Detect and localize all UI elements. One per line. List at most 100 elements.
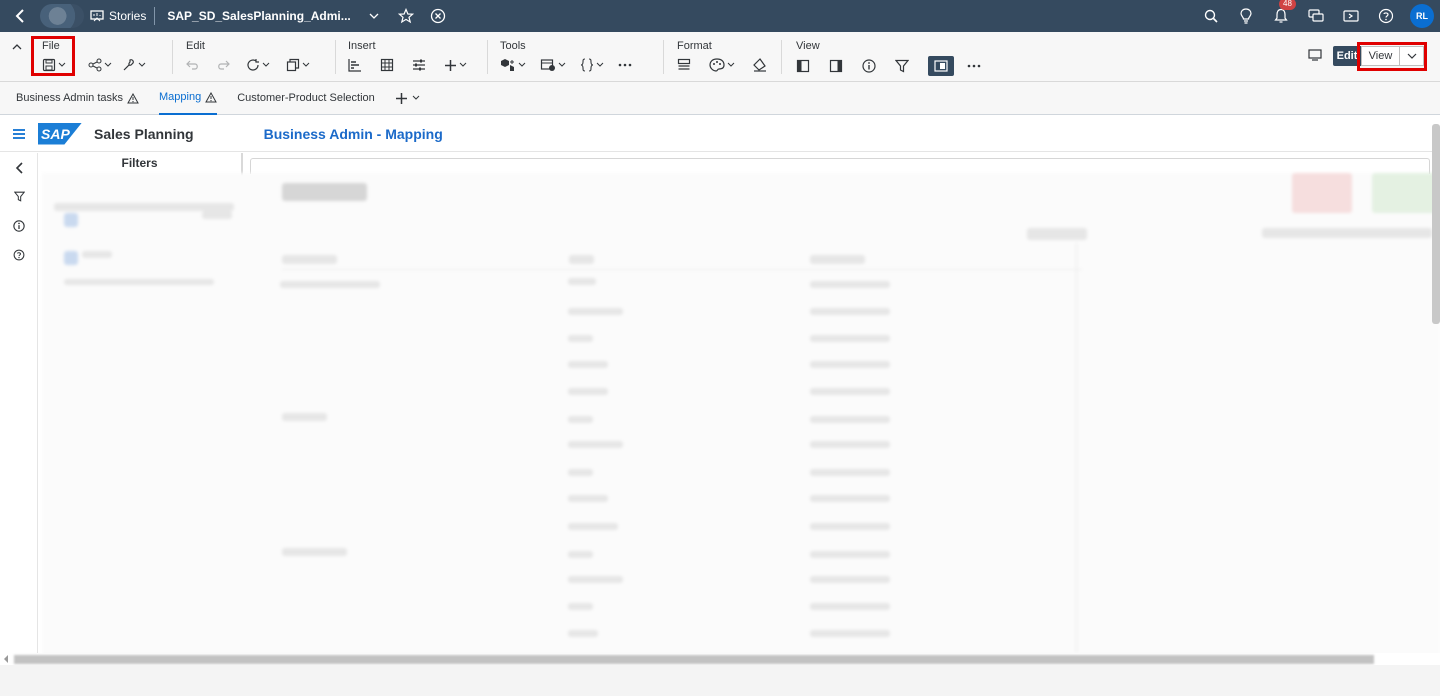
tenant-logo <box>40 4 84 28</box>
insert-chart-button[interactable] <box>348 56 362 74</box>
feedback-icon[interactable] <box>1305 5 1327 27</box>
info-icon[interactable] <box>0 211 38 240</box>
insert-more-menu-button[interactable] <box>444 56 467 74</box>
view-overflow-button[interactable] <box>967 57 981 75</box>
wrench-icon <box>123 59 134 71</box>
filter-icon[interactable] <box>0 182 38 211</box>
filter-icon <box>895 59 909 73</box>
left-rail <box>0 153 38 653</box>
product-switch-icon[interactable] <box>1340 5 1362 27</box>
chart-icon <box>348 59 361 72</box>
chevron-down-icon <box>302 62 310 67</box>
layout-icon <box>677 58 691 70</box>
filters-panel-title: Filters <box>38 153 243 173</box>
redo-icon <box>218 60 230 70</box>
sap-logo: SAP <box>38 122 82 145</box>
chevron-down-icon[interactable] <box>363 5 385 27</box>
notification-badge: 48 <box>1279 0 1296 10</box>
warning-icon <box>127 92 139 103</box>
copy-menu-button[interactable] <box>286 56 310 74</box>
help-icon[interactable] <box>1375 5 1397 27</box>
shell-bar: Stories SAP_SD_SalesPlanning_Admi... 48 … <box>0 0 1440 32</box>
tab-mapping[interactable]: Mapping <box>159 82 218 115</box>
info-button[interactable] <box>862 57 876 75</box>
builder-panel-button[interactable] <box>928 56 954 76</box>
avatar[interactable]: RL <box>1410 4 1434 28</box>
insert-group-label: Insert <box>348 40 376 52</box>
insert-table-button[interactable] <box>380 56 394 74</box>
left-panel-button[interactable] <box>796 57 810 75</box>
favorite-star-icon[interactable] <box>395 5 417 27</box>
filter-button[interactable] <box>895 57 909 75</box>
planning-menu-button[interactable] <box>500 56 526 74</box>
tools-group-label: Tools <box>500 40 526 52</box>
obscured-content-area <box>42 173 1440 658</box>
notifications-bell-icon[interactable]: 48 <box>1270 0 1296 27</box>
add-page-button[interactable] <box>395 82 420 115</box>
vertical-scrollbar[interactable] <box>1432 124 1440 324</box>
edit-group-label: Edit <box>186 40 205 52</box>
tab-customer-product-selection[interactable]: Customer-Product Selection <box>237 82 375 115</box>
share-menu-button[interactable] <box>88 56 112 74</box>
stories-link[interactable]: Stories <box>90 7 156 25</box>
close-circle-icon[interactable] <box>427 5 449 27</box>
lightbulb-icon[interactable] <box>1235 5 1257 27</box>
story-title[interactable]: SAP_SD_SalesPlanning_Admi... <box>167 9 350 23</box>
redo-button[interactable] <box>216 56 230 74</box>
present-icon[interactable] <box>1308 49 1322 64</box>
chevron-down-icon <box>138 62 146 67</box>
sliders-icon <box>413 59 425 71</box>
view-group-label: View <box>796 40 820 52</box>
warning-icon <box>205 91 218 102</box>
tab-label: Customer-Product Selection <box>237 92 375 104</box>
copy-icon <box>286 58 300 72</box>
stories-icon <box>90 10 104 22</box>
more-icon <box>967 64 981 68</box>
back-icon[interactable] <box>0 0 40 32</box>
builder-icon <box>934 60 948 72</box>
palette-icon <box>709 58 725 72</box>
hamburger-menu-icon[interactable] <box>0 128 38 139</box>
collapse-panel-icon[interactable] <box>0 153 38 182</box>
tab-label: Business Admin tasks <box>16 92 123 104</box>
tools-overflow-button[interactable] <box>618 56 632 74</box>
right-panel-button[interactable] <box>829 57 843 75</box>
help-icon[interactable] <box>0 240 38 269</box>
refresh-icon <box>247 59 259 71</box>
stories-label: Stories <box>109 9 147 23</box>
chevron-down-icon <box>518 62 526 67</box>
scroll-left-icon[interactable] <box>4 655 9 663</box>
horizontal-scrollbar[interactable] <box>0 653 1440 665</box>
styling-button[interactable] <box>677 56 691 74</box>
theme-menu-button[interactable] <box>709 56 735 74</box>
css-editor-button[interactable] <box>753 56 767 74</box>
undo-button[interactable] <box>186 56 200 74</box>
chevron-down-icon <box>412 95 420 100</box>
collapse-toolbar-icon[interactable] <box>12 40 22 54</box>
app-header: SAP Sales Planning Business Admin - Mapp… <box>0 116 1440 152</box>
add-icon <box>445 59 456 71</box>
info-icon <box>862 59 876 73</box>
share-icon <box>88 58 102 72</box>
file-group-highlight <box>31 36 75 76</box>
search-icon[interactable] <box>1200 5 1222 27</box>
data-source-menu-button[interactable] <box>540 56 566 74</box>
tab-business-admin-tasks[interactable]: Business Admin tasks <box>16 82 139 115</box>
refresh-menu-button[interactable] <box>246 56 270 74</box>
footer-area <box>0 665 1440 696</box>
chevron-down-icon <box>558 62 566 67</box>
chevron-down-icon <box>727 62 735 67</box>
page-tabs: Business Admin tasks Mapping Customer-Pr… <box>0 82 1440 115</box>
insert-input-control-button[interactable] <box>412 56 426 74</box>
table-icon <box>380 58 394 72</box>
scripting-menu-button[interactable] <box>580 56 604 74</box>
content-frame <box>250 158 1430 174</box>
tools-wrench-menu-button[interactable] <box>122 56 146 74</box>
chevron-down-icon <box>262 62 270 67</box>
data-source-icon <box>540 59 555 71</box>
more-icon <box>618 63 632 67</box>
paint-bucket-icon <box>753 58 766 72</box>
curly-braces-icon <box>580 58 594 72</box>
chevron-down-icon <box>459 62 467 67</box>
left-panel-icon <box>796 59 810 73</box>
